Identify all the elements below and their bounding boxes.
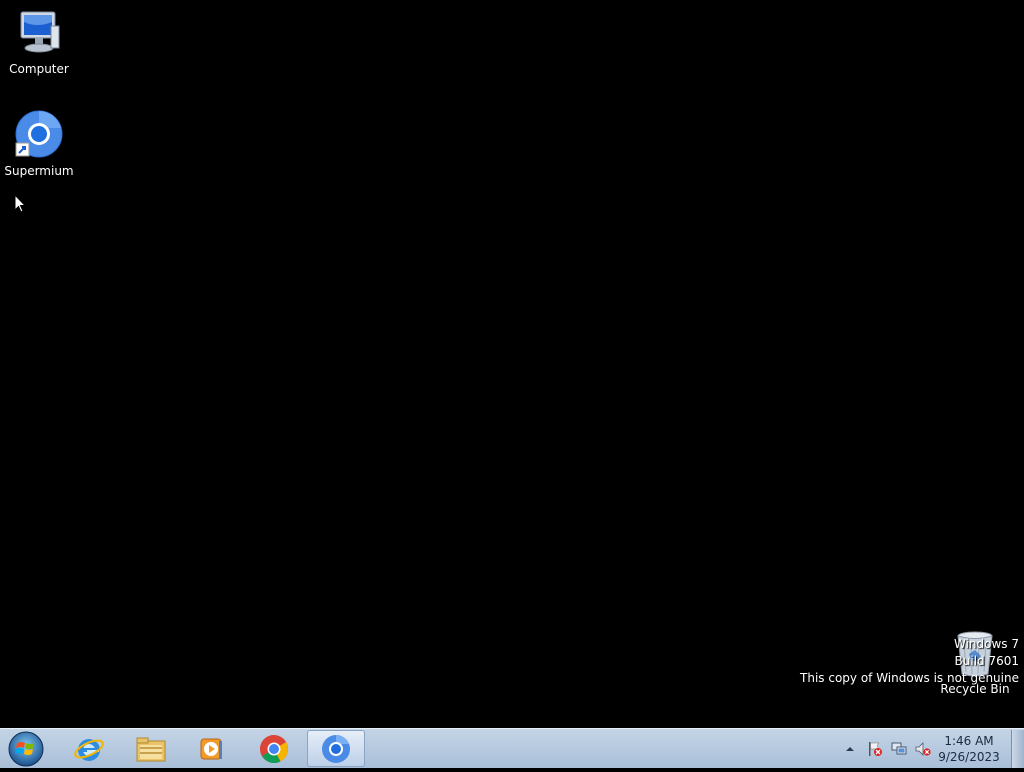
supermium-icon xyxy=(15,110,63,158)
clock-time: 1:46 AM xyxy=(944,734,994,748)
taskbar-clock[interactable]: 1:46 AM 9/26/2023 xyxy=(936,733,1002,765)
desktop-icon-computer[interactable]: Computer xyxy=(1,8,77,76)
computer-icon xyxy=(15,8,63,56)
action-center-flag-icon[interactable] xyxy=(867,741,883,757)
volume-muted-icon[interactable] xyxy=(915,741,931,757)
windows-watermark: Windows 7 Build 7601 This copy of Window… xyxy=(800,636,1019,687)
mouse-pointer-icon xyxy=(14,194,26,213)
watermark-build: Build 7601 xyxy=(954,654,1019,668)
taskbar-windows-explorer-button[interactable] xyxy=(122,730,180,767)
folder-icon xyxy=(136,737,166,761)
supermium-icon xyxy=(322,734,350,763)
watermark-genuine-notice: This copy of Windows is not genuine xyxy=(800,671,1019,685)
show-desktop-button[interactable] xyxy=(1011,730,1024,768)
chrome-icon xyxy=(260,734,288,763)
watermark-os-name: Windows 7 xyxy=(953,637,1019,651)
taskbar-internet-explorer-button[interactable] xyxy=(60,730,118,767)
chevron-up-icon xyxy=(846,747,854,751)
show-hidden-icons-arrow[interactable] xyxy=(842,741,858,757)
clock-date: 9/26/2023 xyxy=(938,750,1000,764)
network-icon[interactable] xyxy=(891,741,907,757)
desktop-icon-label: Computer xyxy=(9,62,69,76)
taskbar-google-chrome-button[interactable] xyxy=(245,730,303,767)
desktop-icon-supermium[interactable]: Supermium xyxy=(1,110,77,178)
taskbar-supermium-button[interactable] xyxy=(307,730,365,767)
media-player-icon xyxy=(200,738,222,759)
desktop-icon-label: Supermium xyxy=(4,164,74,178)
desktop[interactable]: Computer Supermium Recycle Bin Windows 7… xyxy=(0,0,1024,728)
internet-explorer-icon xyxy=(74,738,104,761)
taskbar: 1:46 AM 9/26/2023 xyxy=(0,728,1024,768)
windows-logo-icon xyxy=(8,731,44,767)
start-button[interactable] xyxy=(6,730,46,768)
taskbar-media-player-button[interactable] xyxy=(182,730,240,767)
